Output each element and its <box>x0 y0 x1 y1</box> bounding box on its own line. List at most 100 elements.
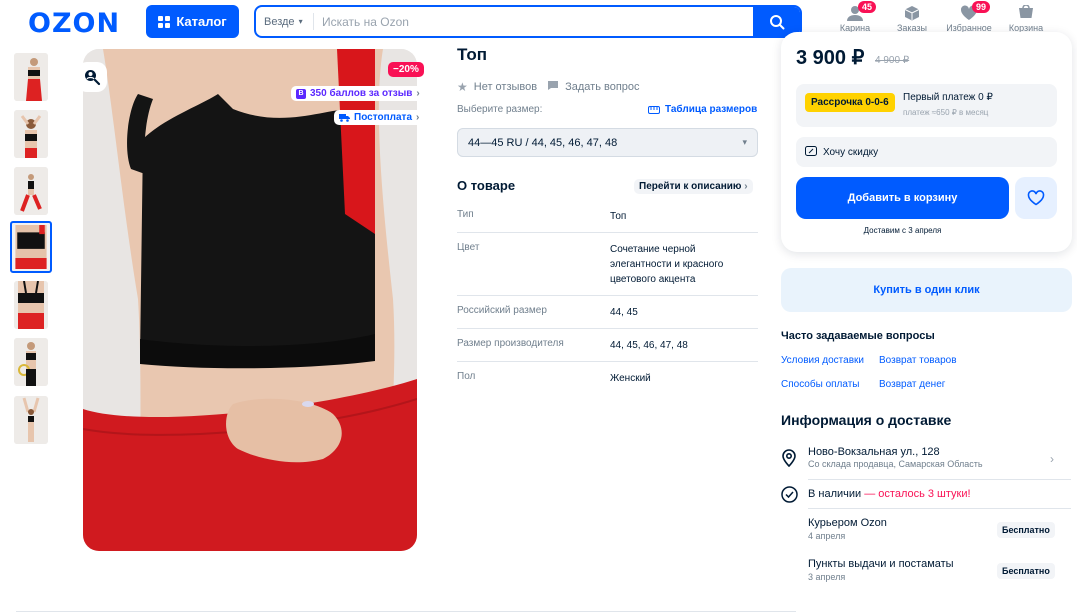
attr-value: 44, 45 <box>610 307 638 318</box>
ruler-icon <box>648 105 660 114</box>
product-photo-thumb <box>14 110 48 158</box>
chevron-right-icon: › <box>416 112 420 123</box>
thumbnail-3[interactable] <box>14 167 48 215</box>
product-photo-thumb <box>15 225 47 269</box>
product-photo-thumb <box>14 167 48 215</box>
attributes-table: Тип Топ Цвет Сочетание черной элегантнос… <box>457 200 758 394</box>
size-table-label: Таблица размеров <box>665 104 758 115</box>
thumbnail-7[interactable] <box>14 396 48 444</box>
divider <box>808 479 1071 480</box>
delivery-date: Доставим с 3 апреля <box>863 226 942 235</box>
grid-icon <box>158 15 171 28</box>
table-row: Размер производителя 44, 45, 46, 47, 48 <box>457 329 758 362</box>
to-description-button[interactable]: Перейти к описанию › <box>634 179 753 194</box>
divider <box>808 508 1071 509</box>
search-bar: Везде ▾ <box>254 5 802 38</box>
delivery-option-name: Курьером Ozon <box>808 517 887 529</box>
cart-icon <box>1019 4 1033 18</box>
product-photo-thumb <box>14 396 48 444</box>
location-pin-icon <box>781 449 797 472</box>
ask-question-link[interactable]: Задать вопрос <box>565 81 639 93</box>
stock-label: В наличии <box>808 488 862 500</box>
catalog-label: Каталог <box>176 14 227 29</box>
buy-one-click-button[interactable]: Купить в один клик <box>781 268 1072 312</box>
add-to-favorites-button[interactable] <box>1015 177 1057 219</box>
table-row: Тип Топ <box>457 200 758 233</box>
search-scope-label: Везде <box>264 15 295 28</box>
attr-key: Российский размер <box>457 305 547 316</box>
chevron-down-icon: ▾ <box>742 137 747 147</box>
header-favorites[interactable]: 99 Избранное <box>943 1 995 33</box>
points-icon: B <box>296 88 306 99</box>
similar-search-button[interactable] <box>77 62 107 92</box>
attr-value: Женский <box>610 373 651 384</box>
attr-key: Размер производителя <box>457 338 564 349</box>
reviews-link[interactable]: Нет отзывов <box>474 81 537 93</box>
installment-title: Первый платеж 0 ₽ <box>903 92 993 103</box>
header-profile[interactable]: 45 Карина <box>829 1 881 33</box>
chevron-right-icon[interactable]: › <box>1050 452 1054 466</box>
delivery-option-name: Пункты выдачи и постаматы <box>808 558 954 570</box>
header-cart[interactable]: Корзина <box>1000 4 1052 33</box>
ozon-logo[interactable]: OZON <box>28 8 120 39</box>
delivery-info-title: Информация о доставке <box>781 412 952 428</box>
heart-icon <box>1027 190 1045 206</box>
attr-key: Пол <box>457 371 476 382</box>
review-points-label: 350 баллов за отзыв <box>310 88 413 99</box>
about-title: О товаре <box>457 178 516 193</box>
want-discount-label: Хочу скидку <box>823 146 879 158</box>
price: 3 900 ₽ <box>796 47 865 69</box>
delivery-option-date: 4 апреля <box>808 531 846 541</box>
thumbnail-1[interactable] <box>14 53 48 101</box>
faq-link-delivery[interactable]: Условия доставки <box>781 355 864 366</box>
divider <box>16 611 796 612</box>
search-scope-dropdown[interactable]: Везде ▾ <box>256 13 314 30</box>
stock-status: В наличии — осталось 3 штуки! <box>808 488 971 500</box>
product-photo-thumb <box>14 53 48 101</box>
catalog-button[interactable]: Каталог <box>146 5 239 38</box>
image-search-icon <box>85 70 101 86</box>
faq-link-returns[interactable]: Возврат товаров <box>879 355 957 366</box>
thumbnail-4[interactable] <box>10 221 52 273</box>
delivery-address[interactable]: Ново-Вокзальная ул., 128 <box>808 446 940 458</box>
favorites-badge: 99 <box>972 1 991 13</box>
search-icon <box>769 14 784 29</box>
thumbnail-2[interactable] <box>14 110 48 158</box>
postpay-pill[interactable]: Постоплата › <box>334 110 425 125</box>
check-circle-icon <box>781 486 798 508</box>
installment-tag: Рассрочка 0-0-6 <box>805 93 895 112</box>
delivery-option-date: 3 апреля <box>808 572 846 582</box>
profile-badge: 45 <box>858 1 877 13</box>
to-description-label: Перейти к описанию <box>639 181 742 192</box>
attr-value: Сочетание черной элегантности и красного… <box>610 244 724 285</box>
thumbnail-6[interactable] <box>14 338 48 386</box>
table-row: Российский размер 44, 45 <box>457 296 758 329</box>
reviews-row: ★ Нет отзывов Задать вопрос <box>457 80 640 94</box>
chat-icon <box>547 80 559 94</box>
old-price: 4 900 ₽ <box>875 55 910 66</box>
review-points-pill[interactable]: B 350 баллов за отзыв › <box>291 86 425 101</box>
table-row: Цвет Сочетание черной элегантности и кра… <box>457 233 758 296</box>
size-select[interactable]: 44—45 RU / 44, 45, 46, 47, 48 ▾ <box>457 128 758 157</box>
delivery-option-price: Бесплатно <box>997 563 1055 579</box>
postpay-label: Постоплата <box>354 112 413 123</box>
discount-badge: −20% <box>388 62 424 77</box>
installment-subtitle: платеж ≈650 ₽ в месяц <box>903 108 989 117</box>
add-to-cart-button[interactable]: Добавить в корзину <box>796 177 1009 219</box>
table-row: Пол Женский <box>457 362 758 394</box>
header-orders[interactable]: Заказы <box>886 5 938 33</box>
discount-chat-icon <box>805 146 817 156</box>
box-icon <box>904 6 920 21</box>
chevron-right-icon: › <box>744 181 748 192</box>
attr-value: 44, 45, 46, 47, 48 <box>610 340 688 351</box>
thumbnail-5[interactable] <box>14 281 48 329</box>
faq-link-payment[interactable]: Способы оплаты <box>781 379 860 390</box>
delivery-option-price: Бесплатно <box>997 522 1055 538</box>
faq-link-refund[interactable]: Возврат денег <box>879 379 945 390</box>
size-table-link[interactable]: Таблица размеров <box>648 104 757 115</box>
want-discount-button[interactable]: Хочу скидку <box>796 137 1057 167</box>
search-input[interactable] <box>314 7 753 36</box>
product-title: Топ <box>457 45 487 64</box>
stock-note: — осталось 3 штуки! <box>864 488 971 500</box>
size-label: Выберите размер: <box>457 104 543 115</box>
